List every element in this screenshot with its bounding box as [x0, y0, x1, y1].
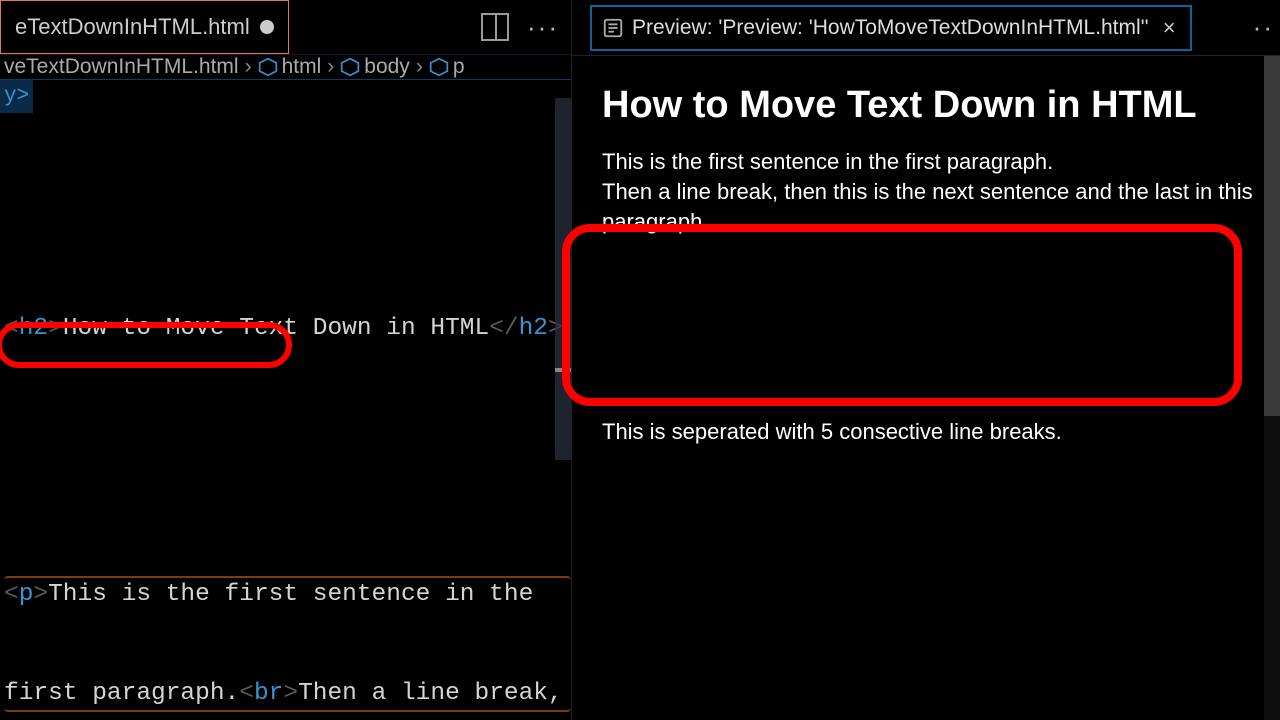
split-editor-button[interactable]: [481, 13, 509, 41]
app-root: eTextDownInHTML.html ··· veTextDownInHTM…: [0, 0, 1280, 720]
code-line: [4, 444, 571, 477]
breadcrumb[interactable]: veTextDownInHTML.html › html › body › p: [0, 54, 571, 80]
code-line: <h2>How to Move Text Down in HTML</h2>: [4, 312, 571, 345]
editor-tab[interactable]: eTextDownInHTML.html: [0, 0, 289, 54]
preview-doc-icon: [602, 16, 622, 40]
symbol-icon: [258, 57, 278, 77]
symbol-icon: [340, 57, 360, 77]
preview-pane: Preview: 'Preview: 'HowToMoveTextDownInH…: [572, 0, 1280, 720]
code-remnant: y>: [0, 80, 33, 113]
chevron-right-icon: ›: [416, 55, 423, 79]
chevron-right-icon: ›: [245, 55, 252, 79]
dirty-indicator-icon: [260, 20, 274, 34]
symbol-icon: [429, 57, 449, 77]
editor-tab-row: eTextDownInHTML.html ···: [0, 0, 571, 54]
split-icon: [481, 13, 509, 41]
editor-tab-label: eTextDownInHTML.html: [15, 14, 250, 40]
preview-scrollbar-thumb[interactable]: [1264, 56, 1280, 416]
code-line: first paragraph.<br>Then a line break,: [4, 677, 571, 712]
editor-tab-actions: ···: [481, 13, 571, 41]
editor-pane: eTextDownInHTML.html ··· veTextDownInHTM…: [0, 0, 572, 720]
chevron-right-icon: ›: [327, 55, 334, 79]
preview-paragraph-2: This is seperated with 5 consective line…: [602, 417, 1256, 447]
preview-tab[interactable]: Preview: 'Preview: 'HowToMoveTextDownInH…: [590, 5, 1192, 51]
preview-tab-row: Preview: 'Preview: 'HowToMoveTextDownInH…: [572, 0, 1280, 56]
breadcrumb-file[interactable]: veTextDownInHTML.html: [4, 55, 239, 79]
preview-paragraph-1: This is the first sentence in the first …: [602, 147, 1256, 237]
preview-tab-actions: ··: [1253, 14, 1280, 41]
minimap-scrollbar[interactable]: [555, 98, 571, 460]
preview-spacer: [602, 245, 1256, 417]
preview-tab-label: Preview: 'Preview: 'HowToMoveTextDownInH…: [632, 16, 1149, 40]
code-line: <p>This is the first sentence in the: [4, 576, 571, 611]
more-actions-button[interactable]: ··: [1253, 14, 1274, 40]
scroll-marker: [555, 368, 571, 372]
preview-body: How to Move Text Down in HTML This is th…: [572, 56, 1280, 720]
breadcrumb-html[interactable]: html: [258, 55, 322, 79]
code-editor[interactable]: y> <h2>How to Move Text Down in HTML</h2…: [0, 80, 571, 720]
close-icon[interactable]: ×: [1159, 15, 1180, 41]
breadcrumb-p[interactable]: p: [429, 55, 465, 79]
more-actions-button[interactable]: ···: [527, 14, 559, 40]
preview-heading: How to Move Text Down in HTML: [602, 84, 1256, 127]
breadcrumb-body[interactable]: body: [340, 55, 410, 79]
